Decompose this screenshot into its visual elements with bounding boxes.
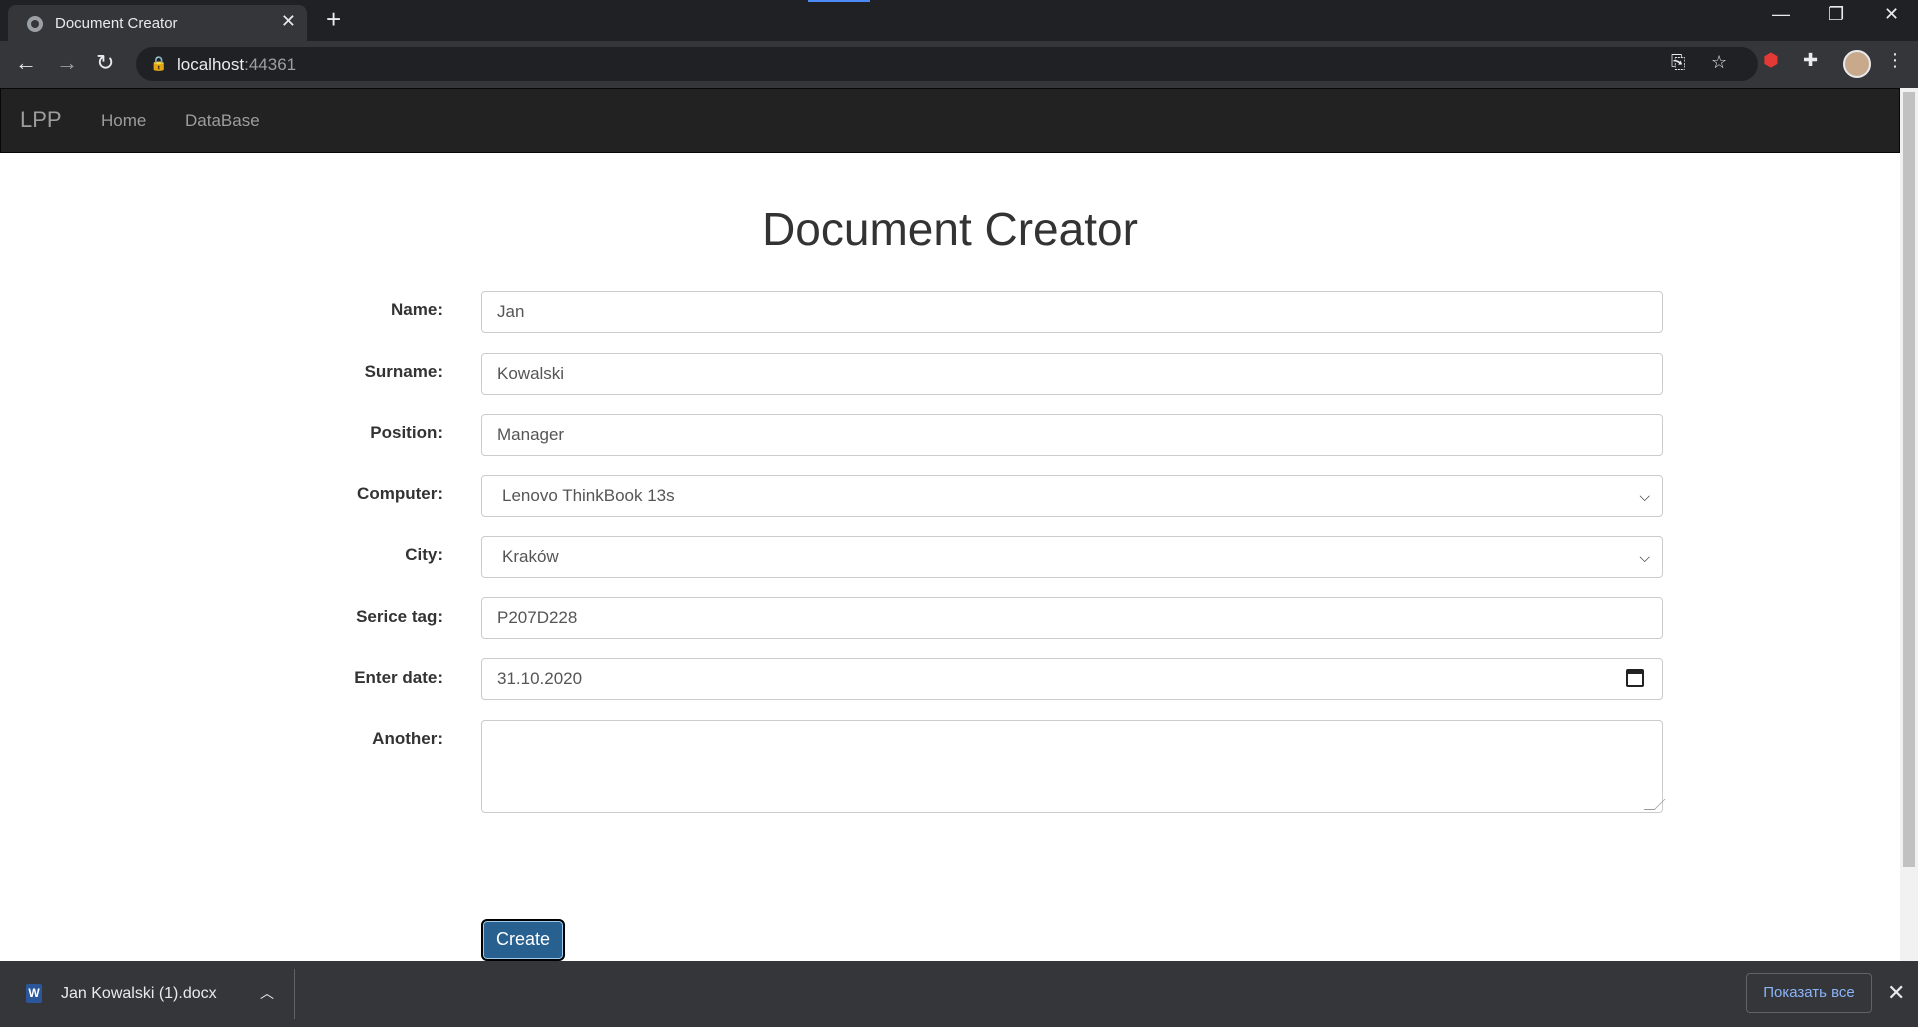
chevron-down-icon: ⌵: [1639, 549, 1650, 565]
url-text[interactable]: localhost:44361: [177, 55, 296, 75]
service-tag-label: Serice tag:: [356, 607, 443, 626]
forward-icon[interactable]: →: [56, 50, 78, 76]
name-input[interactable]: Jan: [481, 291, 1663, 333]
another-label: Another:: [372, 729, 443, 748]
lock-icon[interactable]: 🔒: [150, 55, 167, 72]
create-button[interactable]: Create: [481, 919, 565, 961]
computer-label: Computer:: [357, 484, 443, 503]
bookmark-star-icon[interactable]: ☆: [1711, 52, 1727, 73]
translate-icon[interactable]: ⎘: [1671, 52, 1685, 73]
url-host: localhost: [177, 55, 245, 74]
computer-select-value: Lenovo ThinkBook 13s: [502, 486, 675, 505]
download-shelf: W Jan Kowalski (1).docx ︿ Показать все ✕: [0, 961, 1918, 1027]
tab-title: Document Creator: [55, 15, 178, 32]
url-port: :44361: [244, 55, 297, 74]
enter-date-input[interactable]: 31.10.2020: [481, 658, 1663, 700]
name-label: Name:: [391, 300, 443, 319]
surname-label: Surname:: [364, 362, 443, 381]
enter-date-value: 31.10.2020: [497, 669, 583, 688]
page-content: LPP Home DataBase Document Creator Name:…: [0, 88, 1900, 961]
surname-input[interactable]: Kowalski: [481, 353, 1663, 395]
scrollbar-thumb[interactable]: [1903, 92, 1915, 867]
browser-tabstrip: Document Creator ✕ + — ❐ ✕: [0, 0, 1918, 41]
close-shelf-icon[interactable]: ✕: [1887, 980, 1905, 1006]
enter-date-label: Enter date:: [354, 668, 443, 687]
city-select-value: Kraków: [502, 547, 559, 566]
page-scrollbar[interactable]: [1900, 88, 1918, 961]
site-navbar: LPP Home DataBase: [0, 88, 1900, 153]
extensions-puzzle-icon[interactable]: ✚: [1803, 50, 1818, 71]
resize-handle-icon[interactable]: [1643, 799, 1666, 810]
service-tag-input[interactable]: P207D228: [481, 597, 1663, 639]
page-title: Document Creator: [762, 203, 1138, 255]
city-select[interactable]: Kraków ⌵: [481, 536, 1663, 578]
profile-avatar[interactable]: [1843, 50, 1871, 78]
word-document-icon: W: [26, 984, 42, 1003]
window-close-icon[interactable]: ✕: [1884, 4, 1899, 25]
navbar-brand[interactable]: LPP: [20, 107, 62, 133]
chevron-down-icon: ⌵: [1639, 488, 1650, 504]
nav-link-database[interactable]: DataBase: [185, 111, 260, 131]
close-tab-icon[interactable]: ✕: [281, 11, 296, 32]
position-input[interactable]: Manager: [481, 414, 1663, 456]
another-textarea[interactable]: [481, 720, 1666, 813]
reload-icon[interactable]: ↻: [96, 50, 114, 76]
minimize-icon[interactable]: —: [1772, 4, 1790, 25]
position-label: Position:: [370, 423, 443, 442]
new-tab-icon[interactable]: +: [326, 6, 341, 32]
chevron-up-icon[interactable]: ︿: [260, 983, 274, 1003]
download-file-name[interactable]: Jan Kowalski (1).docx: [61, 985, 217, 1003]
nav-link-home[interactable]: Home: [101, 111, 146, 131]
browser-tab[interactable]: Document Creator ✕: [8, 5, 307, 41]
back-icon[interactable]: ←: [15, 50, 37, 76]
browser-toolbar: ← → ↻ 🔒 localhost:44361 ⎘ ☆ ⬢ ✚ ⋮: [0, 41, 1918, 88]
restore-icon[interactable]: ❐: [1828, 4, 1844, 25]
city-label: City:: [405, 545, 443, 564]
computer-select[interactable]: Lenovo ThinkBook 13s ⌵: [481, 475, 1663, 517]
globe-icon: [27, 16, 43, 32]
address-bar[interactable]: 🔒 localhost:44361 ⎘ ☆: [136, 47, 1758, 81]
browser-menu-icon[interactable]: ⋮: [1886, 50, 1904, 71]
shelf-divider: [294, 969, 295, 1019]
show-all-button[interactable]: Показать все: [1746, 973, 1872, 1013]
adblock-extension-icon[interactable]: ⬢: [1763, 50, 1779, 71]
tab-drag-indicator: [808, 0, 870, 2]
calendar-icon[interactable]: [1626, 669, 1644, 687]
